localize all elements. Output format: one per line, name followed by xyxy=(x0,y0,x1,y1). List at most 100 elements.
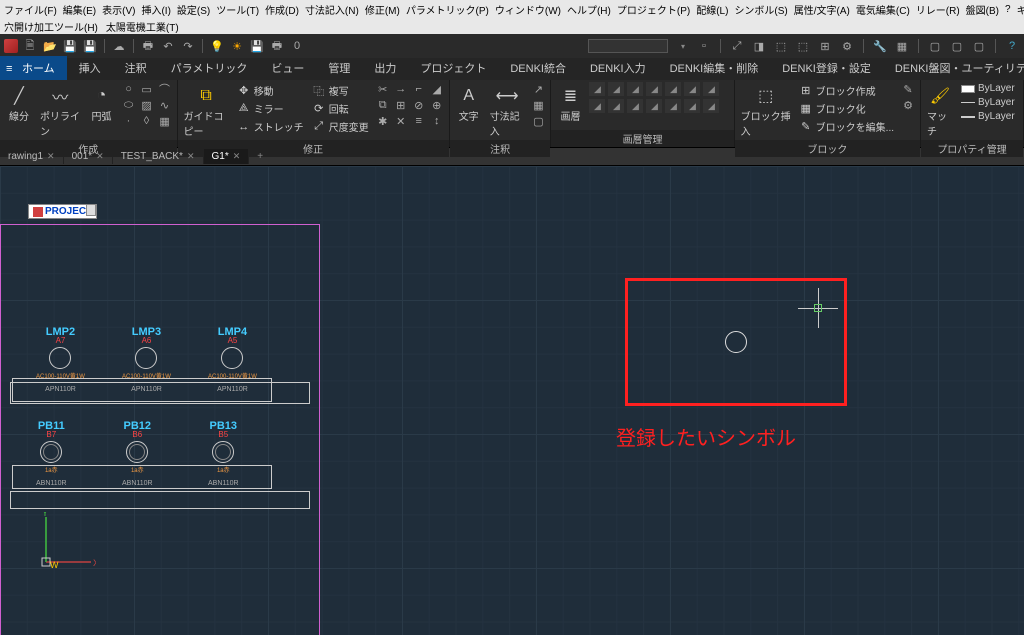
layer-sw[interactable]: ◢ xyxy=(589,99,605,113)
menu-elec-edit[interactable]: 電気編集(C) xyxy=(856,2,910,17)
scale-button[interactable]: ⤢尺度変更 xyxy=(310,118,371,135)
stretch-button[interactable]: ↔ストレッチ xyxy=(235,118,306,135)
tab-annotate[interactable]: 注釈 xyxy=(113,56,159,80)
search-input[interactable] xyxy=(588,39,668,53)
open-icon[interactable]: 📂 xyxy=(42,38,58,54)
ltype-dd[interactable]: ByLayer xyxy=(959,96,1019,109)
t2-icon[interactable]: ⬚ xyxy=(795,38,811,54)
menu-settings[interactable]: 設定(S) xyxy=(177,2,210,17)
menu-hole[interactable]: 穴開け加工ツール(H) xyxy=(4,19,98,34)
layer-button[interactable]: ≣ 画層 xyxy=(555,82,585,125)
attr2-icon[interactable]: ⚙ xyxy=(900,98,916,112)
table2-icon[interactable]: ▦ xyxy=(530,98,546,112)
doc-tab-active[interactable]: G1*✕ xyxy=(204,149,250,164)
offset-icon[interactable]: ⧉ xyxy=(375,98,391,112)
menu-tool[interactable]: ツール(T) xyxy=(216,2,259,17)
align-icon[interactable]: ≡ xyxy=(411,114,427,128)
block-create-button[interactable]: ⊞ブロック作成 xyxy=(797,82,896,99)
tab-denki-input[interactable]: DENKI入力 xyxy=(578,56,658,80)
close-icon[interactable]: ✕ xyxy=(96,151,104,162)
menu-insert[interactable]: 挿入(I) xyxy=(141,2,170,17)
tab-view[interactable]: ビュー xyxy=(259,56,316,80)
print-icon[interactable]: 🖶 xyxy=(140,38,156,54)
menu-parametric[interactable]: パラメトリック(P) xyxy=(406,2,489,17)
rotate-button[interactable]: ⟳回転 xyxy=(310,100,371,117)
arc2-icon[interactable]: ⌒ xyxy=(157,82,173,96)
hatch-icon[interactable]: ▨ xyxy=(139,98,155,112)
layer-sw[interactable]: ◢ xyxy=(665,99,681,113)
t4-icon[interactable]: ▢ xyxy=(927,38,943,54)
light-icon[interactable]: 💡 xyxy=(209,38,225,54)
polyline-button[interactable]: 〰 ポリライン xyxy=(38,82,83,140)
menu-attribute[interactable]: 属性/文字(A) xyxy=(794,2,850,17)
save2-icon[interactable]: 💾 xyxy=(249,38,265,54)
redo-icon[interactable]: ↷ xyxy=(180,38,196,54)
guidecopy-button[interactable]: ⧉ ガイドコピー xyxy=(182,82,231,140)
layer-sw[interactable]: ◢ xyxy=(684,82,700,96)
menu-dim[interactable]: 寸法記入(N) xyxy=(305,2,359,17)
point-icon[interactable]: · xyxy=(121,114,137,128)
help-icon[interactable]: ? xyxy=(1004,38,1020,54)
menu-taiyou[interactable]: 太陽電機工業(T) xyxy=(106,19,179,34)
close-icon[interactable]: ✕ xyxy=(187,151,195,162)
cloud-icon[interactable]: ☁ xyxy=(111,38,127,54)
menu-help[interactable]: ヘルプ(H) xyxy=(567,2,611,17)
table-icon[interactable]: ▦ xyxy=(157,114,173,128)
doc-tab[interactable]: 001*✕ xyxy=(64,149,113,164)
spline-icon[interactable]: ∿ xyxy=(157,98,173,112)
zero-icon[interactable]: 0 xyxy=(289,38,305,54)
text-button[interactable]: A 文字 xyxy=(454,82,484,125)
layer-sw[interactable]: ◢ xyxy=(703,99,719,113)
tab-home[interactable]: ホーム xyxy=(0,56,67,80)
attr-icon[interactable]: ✎ xyxy=(900,82,916,96)
menu-q[interactable]: ? xyxy=(1005,4,1011,15)
menu-create[interactable]: 作成(D) xyxy=(265,2,299,17)
field-icon[interactable]: ▢ xyxy=(530,114,546,128)
erase-icon[interactable]: ✕ xyxy=(393,114,409,128)
menu-view[interactable]: 表示(V) xyxy=(102,2,135,17)
app-icon[interactable] xyxy=(4,39,18,53)
sun-icon[interactable]: ☀ xyxy=(229,38,245,54)
menu-relay[interactable]: リレー(R) xyxy=(916,2,960,17)
tab-denki-reg[interactable]: DENKI登録・設定 xyxy=(770,56,883,80)
undo-icon[interactable]: ↶ xyxy=(160,38,176,54)
t5-icon[interactable]: ▢ xyxy=(949,38,965,54)
copy-button[interactable]: ⿻複写 xyxy=(310,82,371,99)
arc-button[interactable]: ◔ 円弧 xyxy=(87,82,117,125)
t3-icon[interactable]: ⊞ xyxy=(817,38,833,54)
doc-tab-add[interactable]: + xyxy=(249,149,271,164)
layer-sw[interactable]: ◢ xyxy=(608,82,624,96)
box-icon[interactable]: ▫ xyxy=(696,38,712,54)
circle-icon[interactable]: ○ xyxy=(121,82,137,96)
tab-denki-panel[interactable]: DENKI盤図・ユーティリティ xyxy=(883,56,1024,80)
tab-parametric[interactable]: パラメトリック xyxy=(159,56,260,80)
menu-symbol[interactable]: シンボル(S) xyxy=(734,2,787,17)
match-button[interactable]: 🖌 マッチ xyxy=(925,82,955,140)
close-icon[interactable]: ✕ xyxy=(233,151,241,162)
close-icon[interactable]: ✕ xyxy=(47,151,55,162)
menu-edit[interactable]: 編集(E) xyxy=(63,2,96,17)
menu-wiring[interactable]: 配線(L) xyxy=(696,2,728,17)
block-insert-button[interactable]: ⬚ ブロック挿入 xyxy=(739,82,793,140)
grid-icon[interactable]: ▦ xyxy=(894,38,910,54)
join-icon[interactable]: ⊕ xyxy=(429,98,445,112)
menu-file[interactable]: ファイル(F) xyxy=(4,2,57,17)
menu-modify[interactable]: 修正(M) xyxy=(365,2,400,17)
tab-denki-integ[interactable]: DENKI統合 xyxy=(498,56,578,80)
doc-tab[interactable]: rawing1✕ xyxy=(0,149,64,164)
t1-icon[interactable]: ⬚ xyxy=(773,38,789,54)
region-icon[interactable]: ◊ xyxy=(139,114,155,128)
rect-icon[interactable]: ▭ xyxy=(139,82,155,96)
menu-panel[interactable]: 盤図(B) xyxy=(966,2,999,17)
layer-sw[interactable]: ◢ xyxy=(703,82,719,96)
blockize-button[interactable]: ▦ブロック化 xyxy=(797,100,896,117)
tab-insert[interactable]: 挿入 xyxy=(67,56,113,80)
extend-icon[interactable]: → xyxy=(393,82,409,96)
layer-sw[interactable]: ◢ xyxy=(589,82,605,96)
ext-icon[interactable]: ◨ xyxy=(751,38,767,54)
scale-icon[interactable]: ⤢ xyxy=(729,38,745,54)
fillet-icon[interactable]: ⌐ xyxy=(411,82,427,96)
layer-sw[interactable]: ◢ xyxy=(627,82,643,96)
print2-icon[interactable]: 🖶 xyxy=(269,38,285,54)
layer-sw[interactable]: ◢ xyxy=(627,99,643,113)
